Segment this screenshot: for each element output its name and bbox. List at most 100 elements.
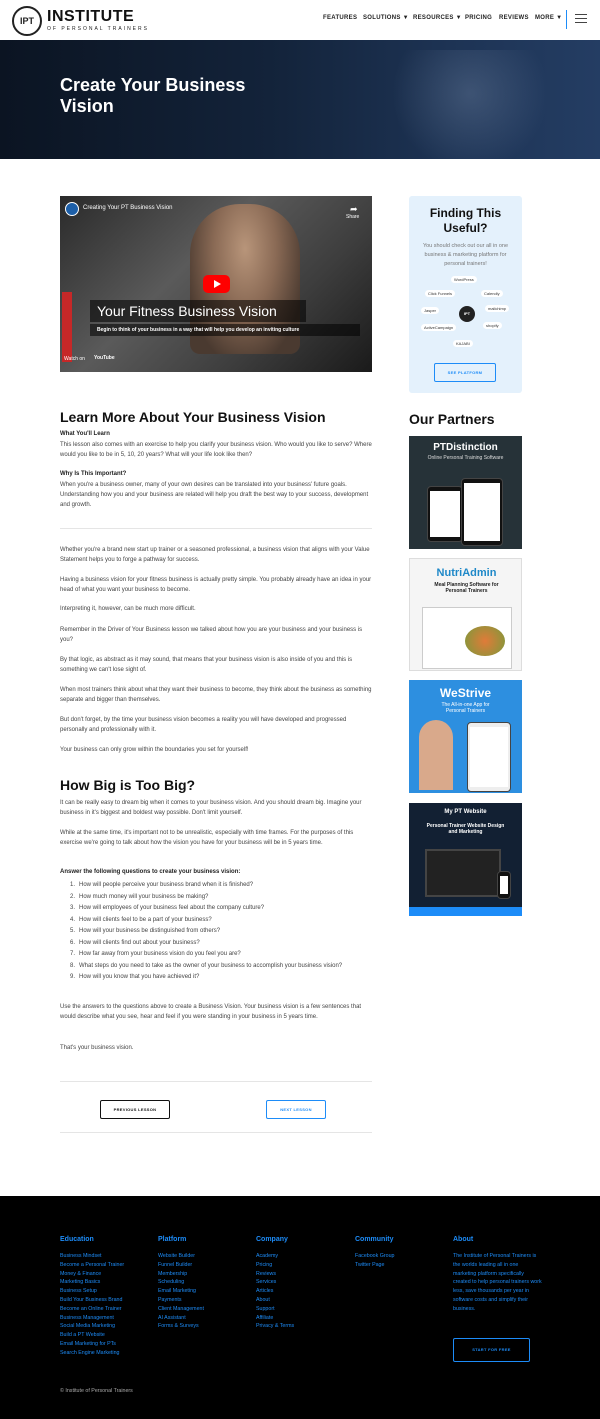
footer-link[interactable]: Forms & Surveys: [158, 1322, 204, 1331]
footer-link[interactable]: Website Builder: [158, 1252, 204, 1261]
footer-link[interactable]: Marketing Basics: [60, 1278, 124, 1287]
paragraph: That's your business vision.: [60, 1045, 134, 1051]
integration-logo: ActiveCampaign: [421, 324, 457, 331]
logo-badge[interactable]: IPT: [12, 6, 42, 36]
next-lesson-button[interactable]: NEXT LESSON: [266, 1100, 326, 1119]
paragraph: Interpreting it, however, can be much mo…: [60, 606, 196, 612]
footer-heading-about: About: [453, 1236, 474, 1243]
ad-title: My PT Website: [444, 809, 487, 815]
footer-link[interactable]: Email Marketing for PTs: [60, 1340, 124, 1349]
footer-link[interactable]: Services: [256, 1278, 294, 1287]
see-platform-button[interactable]: SEE PLATFORM: [434, 363, 496, 382]
site-header: IPT INSTITUTE OF PERSONAL TRAINERS FEATU…: [0, 0, 600, 40]
footer-link[interactable]: Client Management: [158, 1305, 204, 1314]
footer-link[interactable]: Affiliate: [256, 1314, 294, 1323]
ad-title: NutriAdmin: [436, 567, 497, 579]
footer-heading-company: Company: [256, 1236, 288, 1243]
learn-text: This lesson also comes with an exercise …: [60, 442, 372, 458]
partner-ad-ptdistinction[interactable]: PTDistinction Online Personal Training S…: [409, 436, 522, 549]
copyright: © Institute of Personal Trainers: [60, 1388, 133, 1394]
footer-link[interactable]: Twitter Page: [355, 1261, 394, 1270]
footer-link[interactable]: Build Your Business Brand: [60, 1296, 124, 1305]
footer-link[interactable]: Privacy & Terms: [256, 1322, 294, 1331]
footer-link[interactable]: Payments: [158, 1296, 204, 1305]
footer-link[interactable]: Search Engine Marketing: [60, 1349, 124, 1358]
youtube-logo[interactable]: YouTube: [94, 355, 115, 361]
nav-resources[interactable]: RESOURCES ▼: [413, 15, 462, 21]
paragraph: While at the same time, it's important n…: [60, 830, 354, 846]
list-item: 5. How will your business be distinguishe…: [70, 928, 221, 934]
list-item: 8. What steps do you need to take as the …: [70, 962, 343, 969]
footer-link[interactable]: Scheduling: [158, 1278, 204, 1287]
paragraph: Use the answers to the questions above t…: [60, 1004, 362, 1020]
footer-link[interactable]: About: [256, 1296, 294, 1305]
divider: [60, 528, 372, 529]
nav-solutions[interactable]: SOLUTIONS ▼: [363, 15, 409, 21]
section-heading-how-big: How Big is Too Big?: [60, 777, 196, 793]
footer-link[interactable]: Build a PT Website: [60, 1331, 124, 1340]
footer-link[interactable]: Facebook Group: [355, 1252, 394, 1261]
footer-link[interactable]: Reviews: [256, 1270, 294, 1279]
paragraph: Remember in the Driver of Your Business …: [60, 627, 363, 643]
integration-logo: Click Funnels: [425, 290, 456, 297]
list-item: 9. How will you know that you have achiev…: [70, 974, 200, 980]
ad-accent-bar: [409, 907, 522, 916]
footer-link[interactable]: Articles: [256, 1287, 294, 1296]
footer-link[interactable]: Funnel Builder: [158, 1261, 204, 1270]
page-title: Create Your Business Vision: [60, 75, 246, 116]
integrations-graphic: IPT WordPress Calendly mailchimp shopify…: [421, 276, 510, 354]
footer-link[interactable]: Business Management: [60, 1314, 124, 1323]
divider: [60, 1081, 372, 1082]
footer-link[interactable]: AI Assistant: [158, 1314, 204, 1323]
partner-ad-nutriadmin[interactable]: NutriAdmin Meal Planning Software for Pe…: [409, 558, 522, 671]
footer-link[interactable]: Business Setup: [60, 1287, 124, 1296]
hero-banner: Create Your Business Vision: [0, 40, 600, 159]
footer-link[interactable]: Membership: [158, 1270, 204, 1279]
paragraph: By that logic, as abstract as it may sou…: [60, 657, 353, 673]
video-overlay-subtitle: Begin to think of your business in a way…: [90, 324, 360, 336]
integration-logo: Jasper: [421, 307, 440, 314]
logo-title[interactable]: INSTITUTE: [47, 8, 134, 26]
channel-avatar[interactable]: [65, 202, 79, 216]
footer-link[interactable]: Email Marketing: [158, 1287, 204, 1296]
footer-link[interactable]: Academy: [256, 1252, 294, 1261]
footer-link[interactable]: Pricing: [256, 1261, 294, 1270]
watch-on-label[interactable]: Watch on: [64, 356, 85, 362]
integration-logo: shopify: [483, 322, 502, 329]
nav-divider: [566, 10, 567, 29]
ad-person-image: [419, 720, 453, 790]
video-overlay-title: Your Fitness Business Vision: [90, 300, 306, 322]
nav-features[interactable]: FEATURES: [323, 15, 357, 21]
video-title[interactable]: Creating Your PT Business Vision: [83, 205, 173, 211]
ad-title: WeStrive: [439, 686, 492, 700]
footer-link[interactable]: Social Media Marketing: [60, 1322, 124, 1331]
list-item: 1. How will people perceive your business…: [70, 882, 254, 888]
paragraph: It can be really easy to dream big when …: [60, 800, 362, 816]
nav-pricing[interactable]: PRICING: [465, 15, 492, 21]
partner-ad-mypt-website[interactable]: My PT Website Personal Trainer Website D…: [409, 803, 522, 916]
footer-heading-platform: Platform: [158, 1236, 187, 1243]
ad-subtitle: Personal Trainer Website Design and Mark…: [426, 823, 505, 835]
footer-link[interactable]: Business Mindset: [60, 1252, 124, 1261]
footer-heading-education: Education: [60, 1236, 94, 1243]
partners-title: Our Partners: [409, 411, 495, 427]
why-text: When you're a business owner, many of yo…: [60, 482, 369, 508]
nav-more[interactable]: MORE ▼: [535, 15, 562, 21]
hero-background-image: [380, 50, 560, 159]
video-player[interactable]: Creating Your PT Business Vision ➦ Share…: [60, 196, 372, 372]
why-label: Why Is This Important?: [60, 471, 127, 477]
share-label[interactable]: Share: [346, 214, 359, 220]
start-for-free-button[interactable]: START FOR FREE: [453, 1338, 530, 1362]
partner-ad-westrive[interactable]: WeStrive The All-in-one App for Personal…: [409, 680, 522, 793]
footer-link[interactable]: Become an Online Trainer: [60, 1305, 124, 1314]
footer-link[interactable]: Money & Finance: [60, 1270, 124, 1279]
nav-reviews[interactable]: REVIEWS: [499, 15, 529, 21]
previous-lesson-button[interactable]: PREVIOUS LESSON: [100, 1100, 170, 1119]
footer-link[interactable]: Support: [256, 1305, 294, 1314]
play-button-icon[interactable]: [203, 275, 230, 293]
ad-phone-image: [467, 722, 511, 792]
footer-heading-community: Community: [355, 1236, 394, 1243]
integration-logo: mailchimp: [485, 305, 510, 312]
footer-link[interactable]: Become a Personal Trainer: [60, 1261, 124, 1270]
hamburger-menu-icon[interactable]: [575, 14, 587, 26]
